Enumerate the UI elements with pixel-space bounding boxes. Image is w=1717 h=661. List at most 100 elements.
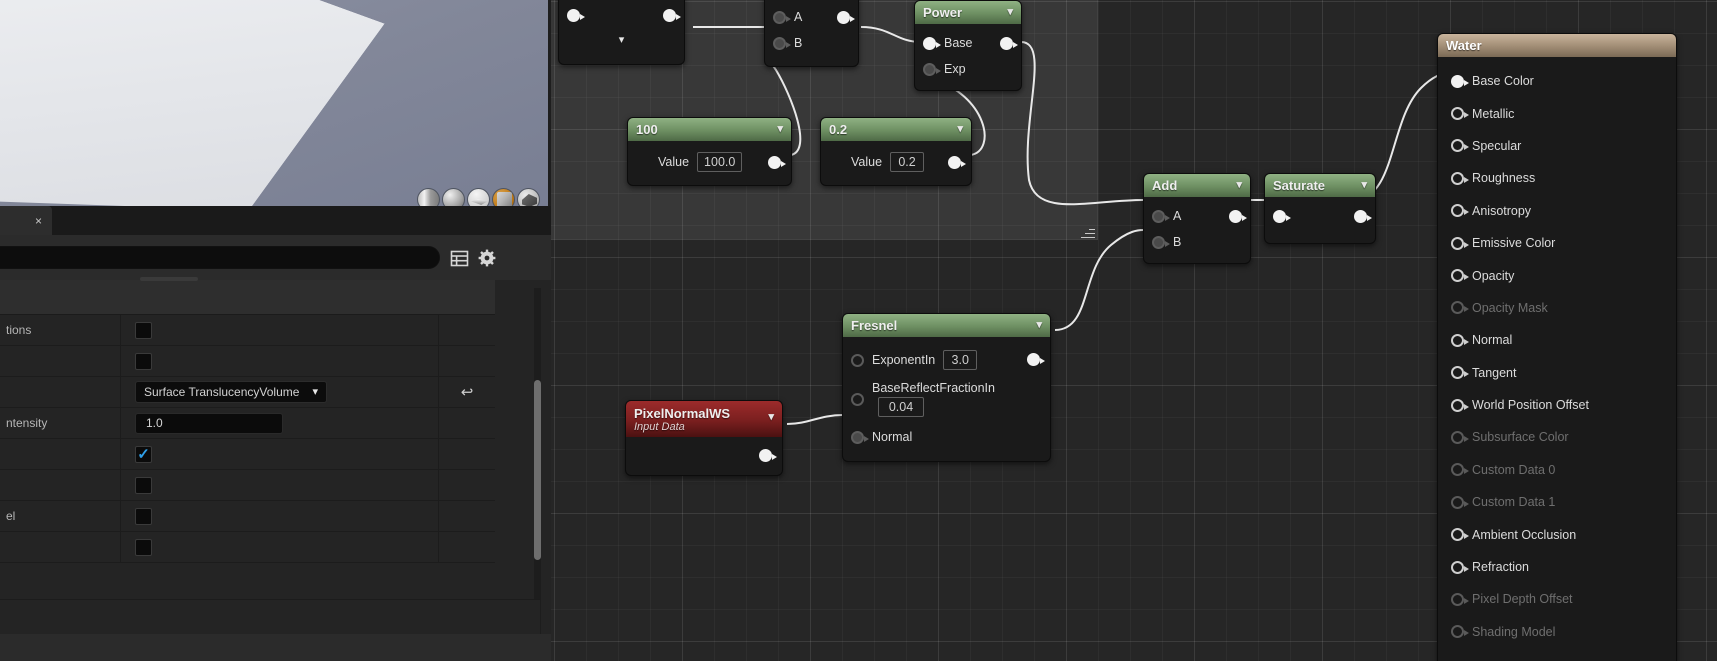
pin-row-tangent[interactable]: Tangent	[1438, 357, 1676, 389]
input-pin-icon[interactable]	[851, 392, 864, 406]
pin-row[interactable]: A	[765, 4, 858, 30]
material-graph-canvas[interactable]: Mask ( B ) ▾ ▾ Divide ▾	[551, 0, 1717, 661]
input-pin-icon[interactable]	[1451, 204, 1469, 218]
output-pin-icon[interactable]	[1354, 209, 1372, 223]
input-pin-icon[interactable]	[1451, 366, 1469, 380]
node-title[interactable]: PixelNormalWS Input Data ▾	[626, 401, 782, 437]
checkbox[interactable]	[135, 476, 152, 494]
pin-row-emissive-color[interactable]: Emissive Color	[1438, 227, 1676, 259]
node-saturate[interactable]: Saturate ▾	[1264, 173, 1376, 244]
pin-row-roughness[interactable]: Roughness	[1438, 162, 1676, 194]
pin-row-specular[interactable]: Specular	[1438, 130, 1676, 162]
pin-row-metallic[interactable]: Metallic	[1438, 97, 1676, 129]
table-icon[interactable]	[448, 247, 470, 269]
chevron-down-icon[interactable]: ▾	[957, 124, 963, 135]
material-preview-viewport[interactable]	[0, 0, 548, 217]
pin-row-opacity[interactable]: Opacity	[1438, 259, 1676, 291]
input-pin-icon[interactable]	[1451, 560, 1469, 574]
checkbox[interactable]	[135, 538, 152, 556]
pin-row[interactable]	[1265, 203, 1375, 229]
node-power[interactable]: Power ▾ Base Exp	[914, 0, 1022, 91]
input-pin-icon[interactable]	[1451, 236, 1469, 250]
pin-row[interactable]: B	[1144, 229, 1250, 255]
node-fresnel[interactable]: Fresnel ▾ ExponentIn 3.0 BaseReflectFrac…	[842, 313, 1051, 462]
property-value[interactable]: Surface TranslucencyVolume ▾	[121, 377, 439, 407]
node-add[interactable]: Add ▾ A B	[1143, 173, 1251, 264]
chevron-down-icon[interactable]: ▾	[1236, 180, 1242, 191]
output-pin-icon[interactable]	[663, 8, 681, 22]
node-water-material-output[interactable]: Water Base Color Metallic Specular Rough…	[1437, 33, 1677, 661]
chevron-down-icon[interactable]: ▾	[768, 412, 774, 423]
input-pin-icon[interactable]	[567, 8, 585, 22]
property-value[interactable]	[121, 346, 439, 376]
node-title[interactable]: Add ▾	[1144, 174, 1250, 197]
input-pin-icon[interactable]	[1451, 269, 1469, 283]
property-value[interactable]: 1.0	[121, 408, 439, 438]
input-pin-icon[interactable]	[1451, 139, 1469, 153]
chevron-down-icon[interactable]: ▾	[777, 124, 783, 135]
input-pin-icon[interactable]	[923, 62, 941, 76]
pin-row-ambient-occlusion[interactable]: Ambient Occlusion	[1438, 518, 1676, 550]
pin-row[interactable]: ExponentIn 3.0	[843, 345, 1050, 375]
input-pin-icon[interactable]	[1152, 235, 1170, 249]
output-pin-icon[interactable]	[948, 155, 966, 169]
node-title[interactable]: Water	[1438, 34, 1676, 57]
input-pin-icon[interactable]	[1451, 171, 1469, 185]
pin-row-base-color[interactable]: Base Color	[1438, 65, 1676, 97]
input-pin-icon[interactable]	[1273, 209, 1291, 223]
checkbox[interactable]	[135, 352, 152, 370]
input-pin-icon[interactable]	[1451, 528, 1469, 542]
node-title[interactable]: Fresnel ▾	[843, 314, 1050, 337]
pin-row[interactable]: BaseReflectFractionIn 0.04	[843, 375, 1050, 423]
pin-row[interactable]: A	[1144, 203, 1250, 229]
output-pin-icon[interactable]	[1000, 36, 1018, 50]
node-expand-chevron-icon[interactable]: ▾	[619, 34, 625, 46]
input-pin-icon[interactable]	[1451, 398, 1469, 412]
pin-row[interactable]: Value 0.2	[821, 149, 971, 175]
property-value[interactable]	[121, 315, 439, 345]
revert-icon[interactable]: ↩	[439, 377, 495, 407]
chevron-down-icon[interactable]: ▾	[1007, 7, 1013, 18]
node-mask[interactable]: Mask ( B ) ▾ ▾	[558, 0, 685, 65]
property-value[interactable]	[121, 470, 439, 500]
details-scrollbar-thumb[interactable]	[534, 380, 541, 560]
pin-row[interactable]: Normal	[843, 423, 1050, 451]
table-row[interactable]	[0, 346, 495, 377]
constant-value-field[interactable]: 100.0	[697, 152, 743, 172]
pin-row-normal[interactable]: Normal	[1438, 324, 1676, 356]
pin-row[interactable]	[559, 2, 684, 28]
table-row[interactable]: ntensity 1.0	[0, 408, 495, 439]
base-reflect-fraction-field[interactable]: 0.04	[878, 397, 924, 417]
search-input[interactable]	[0, 246, 440, 269]
node-divide[interactable]: Divide ▾ A B	[764, 0, 859, 67]
property-value[interactable]	[121, 501, 439, 531]
pin-row[interactable]: Base	[915, 30, 1021, 56]
input-pin-icon[interactable]	[1152, 209, 1170, 223]
table-row[interactable]: Surface TranslucencyVolume ▾ ↩	[0, 377, 495, 408]
constant-value-field[interactable]: 0.2	[890, 152, 925, 172]
output-pin-icon[interactable]	[759, 449, 777, 462]
exponent-in-field[interactable]: 3.0	[943, 350, 978, 370]
pin-row[interactable]: Value 100.0	[628, 149, 791, 175]
node-title[interactable]: Power ▾	[915, 1, 1021, 24]
output-pin-icon[interactable]	[837, 10, 855, 24]
output-pin-icon[interactable]	[1027, 353, 1045, 366]
comment-resize-handle[interactable]	[1081, 224, 1095, 238]
node-constant-100[interactable]: 100 ▾ Value 100.0	[627, 117, 792, 186]
input-pin-icon[interactable]	[851, 430, 869, 444]
table-row[interactable]	[0, 439, 495, 470]
input-pin-icon[interactable]	[1451, 74, 1469, 88]
close-icon[interactable]: ×	[35, 215, 42, 227]
intensity-field[interactable]: 1.0	[135, 412, 283, 434]
gear-icon[interactable]	[476, 247, 498, 269]
checkbox[interactable]	[135, 507, 152, 525]
pin-row[interactable]: Exp	[915, 56, 1021, 82]
tab-details[interactable]: ×	[0, 206, 52, 235]
output-pin-icon[interactable]	[1229, 209, 1247, 223]
translucency-lighting-mode-dropdown[interactable]: Surface TranslucencyVolume ▾	[135, 381, 327, 403]
node-pixelnormalws[interactable]: PixelNormalWS Input Data ▾	[625, 400, 783, 476]
table-row[interactable]	[0, 532, 495, 563]
input-pin-icon[interactable]	[1451, 333, 1469, 347]
table-row[interactable]	[0, 470, 495, 501]
input-pin-icon[interactable]	[1451, 107, 1469, 121]
